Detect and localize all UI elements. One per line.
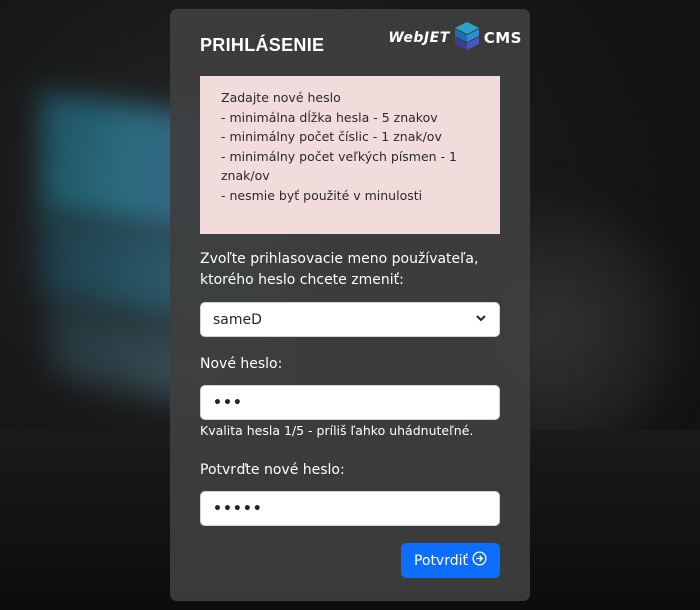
- login-card: PRIHLÁSENIE WebJET CMS Zadajte nové hesl…: [170, 9, 530, 601]
- notice-line: - minimálna dĺžka hesla - 5 znakov: [221, 109, 438, 125]
- confirm-password-field[interactable]: •••••: [200, 491, 500, 526]
- password-requirements-notice: Zadajte nové heslo - minimálna dĺžka hes…: [200, 76, 500, 234]
- password-strength-hint: Kvalita hesla 1/5 - príliš ľahko uhádnut…: [200, 423, 474, 438]
- confirm-password-label: Potvrďte nové heslo:: [200, 462, 345, 478]
- new-password-field[interactable]: •••: [200, 385, 500, 420]
- webjet-cms-logo: WebJET CMS: [388, 21, 522, 55]
- notice-line: - minimálny počet veľkých písmen - 1 zna…: [221, 148, 458, 184]
- logo-webjet-text: WebJET: [388, 30, 450, 46]
- chevron-down-icon: [475, 312, 487, 328]
- user-select[interactable]: sameD: [200, 302, 500, 337]
- webjet-cube-icon: [454, 21, 480, 55]
- new-password-value: •••: [213, 394, 243, 411]
- notice-line: Zadajte nové heslo: [221, 90, 341, 105]
- user-select-value: sameD: [213, 311, 262, 328]
- notice-line: - nesmie byť použité v minulosti: [221, 187, 423, 203]
- arrow-right-circle-icon: [472, 551, 487, 570]
- user-select-label: Zvoľte prihlasovacie meno používateľa, k…: [200, 251, 479, 288]
- submit-button[interactable]: Potvrdiť: [400, 543, 500, 578]
- submit-button-label: Potvrdiť: [413, 552, 468, 569]
- page-title: PRIHLÁSENIE: [200, 34, 325, 55]
- new-password-label: Nové heslo:: [200, 356, 283, 372]
- card-header: PRIHLÁSENIE WebJET CMS: [200, 13, 521, 71]
- logo-cms-text: CMS: [483, 29, 522, 47]
- notice-line: - minimálny počet číslic - 1 znak/ov: [221, 129, 442, 144]
- confirm-password-value: •••••: [213, 500, 263, 517]
